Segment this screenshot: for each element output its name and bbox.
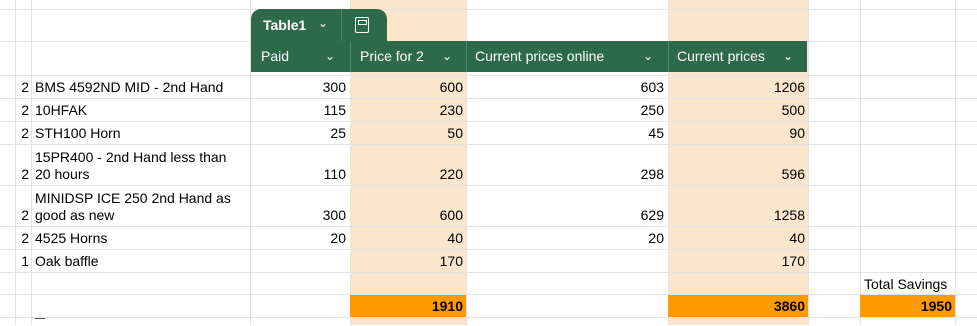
price2-cell[interactable]: 40 bbox=[350, 230, 463, 246]
item-cell[interactable]: STH100 Horn bbox=[35, 125, 121, 141]
qty-cell[interactable]: 1 bbox=[15, 253, 29, 269]
price2-cell[interactable]: 230 bbox=[350, 102, 463, 118]
item-cell[interactable]: 4525 Horns bbox=[35, 230, 107, 246]
paid-cell[interactable]: 300 bbox=[250, 207, 346, 223]
item-cell-line1[interactable]: MINIDSP ICE 250 2nd Hand as bbox=[35, 190, 231, 206]
price2-cell[interactable]: 600 bbox=[350, 207, 463, 223]
savings-total-value: 1950 bbox=[920, 298, 952, 314]
price2-cell[interactable]: 50 bbox=[350, 125, 463, 141]
qty-cell[interactable]: 2 bbox=[15, 102, 29, 118]
current-cell[interactable]: 1206 bbox=[668, 79, 805, 95]
item-cell-line2[interactable]: good as new bbox=[35, 207, 114, 223]
qty-cell[interactable]: 2 bbox=[15, 230, 29, 246]
chevron-down-icon[interactable]: ⌄ bbox=[442, 41, 452, 72]
total-savings-label[interactable]: Total Savings bbox=[864, 276, 947, 292]
current-cell[interactable]: 170 bbox=[668, 253, 805, 269]
online-cell[interactable]: 45 bbox=[466, 125, 664, 141]
online-cell[interactable]: 629 bbox=[466, 207, 664, 223]
qty-cell[interactable]: 2 bbox=[15, 125, 29, 141]
price2-total-value: 1910 bbox=[431, 298, 463, 314]
header-current-online-label: Current prices online bbox=[475, 48, 605, 64]
paid-cell[interactable]: 115 bbox=[250, 102, 346, 118]
table-name[interactable]: Table1 bbox=[263, 17, 306, 33]
paid-cell[interactable]: 300 bbox=[250, 79, 346, 95]
qty-cell[interactable]: 2 bbox=[15, 79, 29, 95]
qty-cell[interactable]: 2 bbox=[15, 166, 29, 182]
header-current-online[interactable]: Current prices online ⌄ bbox=[475, 41, 668, 72]
online-cell[interactable]: 298 bbox=[466, 166, 664, 182]
header-paid[interactable]: Paid ⌄ bbox=[261, 41, 350, 72]
paid-cell[interactable]: 110 bbox=[250, 166, 346, 182]
current-cell[interactable]: 1258 bbox=[668, 207, 805, 223]
online-cell[interactable]: 250 bbox=[466, 102, 664, 118]
chevron-down-icon[interactable]: ⌄ bbox=[325, 41, 335, 72]
header-current-prices[interactable]: Current prices ⌄ bbox=[677, 41, 807, 72]
header-current-prices-label: Current prices bbox=[677, 48, 765, 64]
current-cell[interactable]: 90 bbox=[668, 125, 805, 141]
price2-cell[interactable]: 220 bbox=[350, 166, 463, 182]
online-cell[interactable]: 20 bbox=[466, 230, 664, 246]
table-tab[interactable]: Table1 ⌄ bbox=[251, 9, 387, 41]
header-price-for-2-label: Price for 2 bbox=[360, 48, 424, 64]
header-paid-label: Paid bbox=[261, 48, 290, 64]
price2-cell[interactable]: 600 bbox=[350, 79, 463, 95]
chevron-down-icon[interactable]: ⌄ bbox=[318, 16, 328, 30]
chevron-down-icon[interactable]: ⌄ bbox=[783, 41, 793, 72]
item-cell[interactable]: Oak baffle bbox=[35, 253, 99, 269]
item-cell-line2[interactable]: 20 hours bbox=[35, 166, 89, 182]
current-total-value: 3860 bbox=[773, 298, 805, 314]
current-cell[interactable]: 40 bbox=[668, 230, 805, 246]
paid-cell[interactable]: 20 bbox=[250, 230, 346, 246]
current-cell[interactable]: 596 bbox=[668, 166, 805, 182]
paid-cell[interactable]: 25 bbox=[250, 125, 346, 141]
item-cell-line1[interactable]: 15PR400 - 2nd Hand less than bbox=[35, 149, 226, 165]
item-cell[interactable]: BMS 4592ND MID - 2nd Hand bbox=[35, 79, 223, 95]
price2-cell[interactable]: 170 bbox=[350, 253, 463, 269]
current-cell[interactable]: 500 bbox=[668, 102, 805, 118]
chevron-down-icon[interactable]: ⌄ bbox=[643, 41, 653, 72]
online-cell[interactable]: 603 bbox=[466, 79, 664, 95]
item-cell[interactable]: 10HFAK bbox=[35, 102, 87, 118]
calculator-icon[interactable] bbox=[355, 17, 369, 33]
qty-cell[interactable]: 2 bbox=[15, 207, 29, 223]
header-price-for-2[interactable]: Price for 2 ⌄ bbox=[360, 41, 466, 72]
